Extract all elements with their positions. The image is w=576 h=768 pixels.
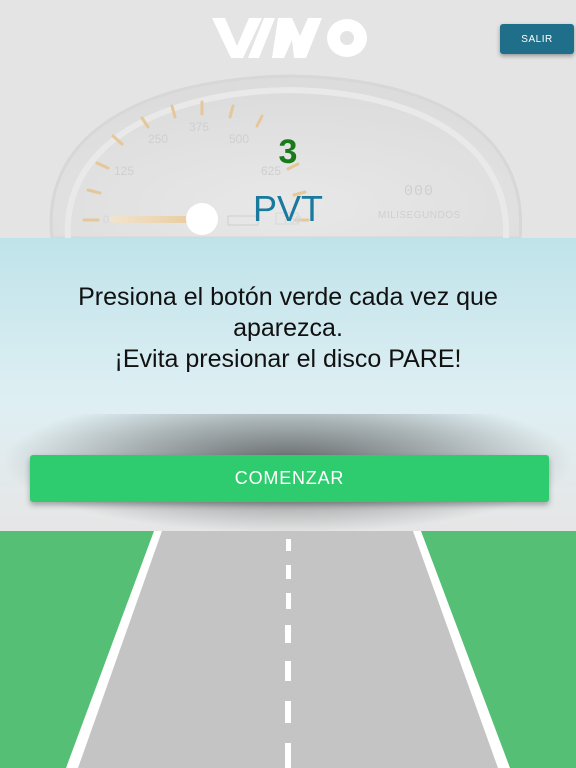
gauge-digital-value: 000: [404, 183, 435, 200]
exit-button[interactable]: SALIR: [500, 24, 574, 54]
instruction-text: Presiona el botón verde cada vez que apa…: [20, 282, 556, 375]
start-button[interactable]: COMENZAR: [30, 455, 549, 502]
countdown-number: 3: [278, 133, 298, 171]
instruction-panel: Presiona el botón verde cada vez que apa…: [0, 238, 576, 531]
header: 0 125 250 375 500 625 750 000 MILISEGUND…: [0, 0, 576, 238]
gauge-label-125: 125: [114, 164, 135, 178]
app-name: PVT: [252, 188, 323, 229]
gauge-needle-hub: [186, 203, 218, 235]
gauge-label-500: 500: [229, 132, 250, 146]
road-scene: [0, 531, 576, 768]
gauge-unit-label: MILISEGUNDOS: [378, 210, 461, 221]
instruction-line-3: ¡Evita presionar el disco PARE!: [114, 345, 462, 373]
gauge-label-250: 250: [148, 132, 169, 146]
instruction-line-1: Presiona el botón verde cada vez que: [78, 283, 498, 311]
gauge-label-375: 375: [189, 120, 210, 134]
vimo-logo: [212, 18, 367, 58]
gauge-label-0: 0: [103, 214, 110, 226]
instruction-line-2: aparezca.: [233, 314, 343, 342]
